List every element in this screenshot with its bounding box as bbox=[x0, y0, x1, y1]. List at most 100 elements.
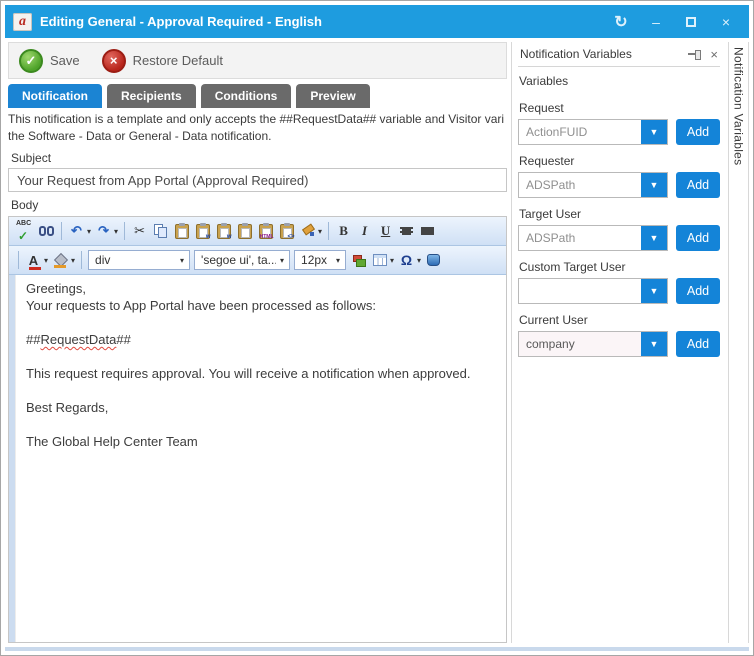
snippet-glyph bbox=[352, 254, 366, 267]
main-pane: ✓ Save × Restore Default Notification Re… bbox=[5, 38, 509, 645]
paste-icon[interactable] bbox=[171, 221, 192, 241]
omega-glyph: Ω bbox=[401, 252, 412, 268]
format-painter-icon[interactable] bbox=[297, 221, 318, 241]
maximize-icon[interactable] bbox=[678, 11, 704, 33]
chevron-down-icon: ▾ bbox=[336, 256, 340, 265]
info-line-1: This notification is a template and only… bbox=[8, 111, 507, 128]
copy-glyph bbox=[154, 224, 168, 238]
chevron-down-icon[interactable]: ▼ bbox=[641, 120, 667, 144]
insert-media-icon[interactable] bbox=[423, 250, 444, 270]
target-user-variable-select[interactable]: ADSPath ▼ bbox=[518, 225, 668, 251]
redo-icon[interactable]: ↷ bbox=[93, 221, 114, 241]
app-icon: a bbox=[13, 13, 32, 31]
subject-input[interactable] bbox=[8, 168, 507, 192]
paste-plain-text-icon[interactable] bbox=[234, 221, 255, 241]
field-row-current-user: company ▼ Add bbox=[518, 331, 720, 357]
rich-text-editor: ABC ✓ ↶ ▾ ↷ ▾ ✂ w w bbox=[8, 216, 507, 643]
format-painter-dropdown-icon[interactable]: ▾ bbox=[318, 227, 322, 236]
undo-dropdown-icon[interactable]: ▾ bbox=[87, 227, 91, 236]
docked-tab-strip: Notification Variables bbox=[728, 42, 749, 643]
justify-icon[interactable] bbox=[417, 221, 438, 241]
docked-tab-notification-variables[interactable]: Notification Variables bbox=[732, 42, 746, 643]
font-color-glyph: A bbox=[29, 253, 38, 268]
tab-conditions[interactable]: Conditions bbox=[201, 84, 292, 108]
notification-variables-panel: Notification Variables × Variables Reque… bbox=[511, 42, 725, 643]
underline-icon[interactable]: U bbox=[375, 221, 396, 241]
panel-close-icon[interactable]: × bbox=[708, 47, 720, 62]
font-color-icon[interactable]: A bbox=[23, 250, 44, 270]
subject-label: Subject bbox=[11, 151, 507, 165]
field-row-requester: ADSPath ▼ Add bbox=[518, 172, 720, 198]
panel-header: Notification Variables × bbox=[518, 42, 720, 67]
tab-preview[interactable]: Preview bbox=[296, 84, 369, 108]
separator bbox=[18, 251, 19, 269]
add-request-button[interactable]: Add bbox=[676, 119, 720, 145]
save-button[interactable]: ✓ Save bbox=[19, 49, 80, 73]
custom-target-user-variable-select[interactable]: ▼ bbox=[518, 278, 668, 304]
variables-section-label: Variables bbox=[519, 74, 720, 88]
request-variable-select[interactable]: ActionFUID ▼ bbox=[518, 119, 668, 145]
panel-title: Notification Variables bbox=[518, 47, 688, 61]
paragraph-style-select[interactable]: div ▾ bbox=[88, 250, 190, 270]
add-custom-target-user-button[interactable]: Add bbox=[676, 278, 720, 304]
clipboard-glyph: HTML bbox=[259, 224, 273, 239]
window-frame: a Editing General - Approval Required - … bbox=[0, 0, 754, 656]
spellcheck-icon[interactable]: ABC ✓ bbox=[14, 221, 36, 241]
paste-from-word-strip-font-icon[interactable]: w bbox=[213, 221, 234, 241]
insert-table-dropdown-icon[interactable]: ▾ bbox=[390, 256, 394, 265]
italic-icon[interactable]: I bbox=[354, 221, 375, 241]
align-center-icon[interactable] bbox=[396, 221, 417, 241]
editor-toolbar-row1: ABC ✓ ↶ ▾ ↷ ▾ ✂ w w bbox=[9, 217, 506, 246]
editor-body[interactable]: Greetings, Your requests to App Portal h… bbox=[9, 275, 506, 642]
clipboard-glyph bbox=[238, 224, 252, 239]
chevron-down-icon[interactable]: ▼ bbox=[641, 173, 667, 197]
close-icon[interactable]: × bbox=[713, 11, 739, 33]
cut-icon[interactable]: ✂ bbox=[129, 221, 150, 241]
paste-html-code-icon[interactable]: <> bbox=[276, 221, 297, 241]
editor-gutter bbox=[9, 275, 16, 642]
separator bbox=[81, 251, 82, 269]
tab-recipients[interactable]: Recipients bbox=[107, 84, 196, 108]
add-requester-button[interactable]: Add bbox=[676, 172, 720, 198]
tab-notification[interactable]: Notification bbox=[8, 84, 102, 108]
find-icon[interactable] bbox=[36, 221, 57, 241]
font-family-select[interactable]: 'segoe ui', ta... ▾ bbox=[194, 250, 290, 270]
refresh-icon[interactable]: ↻ bbox=[608, 11, 634, 33]
restore-default-button[interactable]: × Restore Default bbox=[102, 49, 223, 73]
paste-as-html-icon[interactable]: HTML bbox=[255, 221, 276, 241]
pin-icon[interactable] bbox=[688, 48, 702, 60]
chevron-down-icon[interactable]: ▼ bbox=[641, 279, 667, 303]
binoculars-glyph bbox=[39, 226, 54, 236]
clipboard-glyph: w bbox=[217, 224, 231, 239]
background-color-icon[interactable] bbox=[50, 250, 71, 270]
insert-snippet-icon[interactable] bbox=[348, 250, 369, 270]
restore-x-icon: × bbox=[102, 49, 126, 73]
undo-icon[interactable]: ↶ bbox=[66, 221, 87, 241]
add-current-user-button[interactable]: Add bbox=[676, 331, 720, 357]
insert-table-icon[interactable] bbox=[369, 250, 390, 270]
paste-from-word-icon[interactable]: w bbox=[192, 221, 213, 241]
redo-dropdown-icon[interactable]: ▾ bbox=[114, 227, 118, 236]
body-line-token: ##RequestData## bbox=[26, 331, 470, 348]
window-title: Editing General - Approval Required - En… bbox=[40, 14, 608, 29]
add-target-user-button[interactable]: Add bbox=[676, 225, 720, 251]
minimize-icon[interactable]: – bbox=[643, 11, 669, 33]
insert-symbol-dropdown-icon[interactable]: ▾ bbox=[417, 256, 421, 265]
font-size-select[interactable]: 12px ▾ bbox=[294, 250, 346, 270]
editor-document[interactable]: Greetings, Your requests to App Portal h… bbox=[16, 275, 480, 642]
body-line: Best Regards, bbox=[26, 399, 470, 416]
align-center-glyph bbox=[400, 226, 413, 237]
requester-variable-select[interactable]: ADSPath ▼ bbox=[518, 172, 668, 198]
separator bbox=[124, 222, 125, 240]
clipboard-glyph bbox=[175, 224, 189, 239]
chevron-down-icon[interactable]: ▼ bbox=[641, 226, 667, 250]
body-line: Your requests to App Portal have been pr… bbox=[26, 297, 470, 314]
chevron-down-icon[interactable]: ▼ bbox=[641, 332, 667, 356]
current-user-variable-select[interactable]: company ▼ bbox=[518, 331, 668, 357]
copy-icon[interactable] bbox=[150, 221, 171, 241]
insert-symbol-icon[interactable]: Ω bbox=[396, 250, 417, 270]
bold-icon[interactable]: B bbox=[333, 221, 354, 241]
background-color-dropdown-icon[interactable]: ▾ bbox=[71, 256, 75, 265]
current-user-variable-value: company bbox=[519, 332, 641, 356]
font-color-dropdown-icon[interactable]: ▾ bbox=[44, 256, 48, 265]
